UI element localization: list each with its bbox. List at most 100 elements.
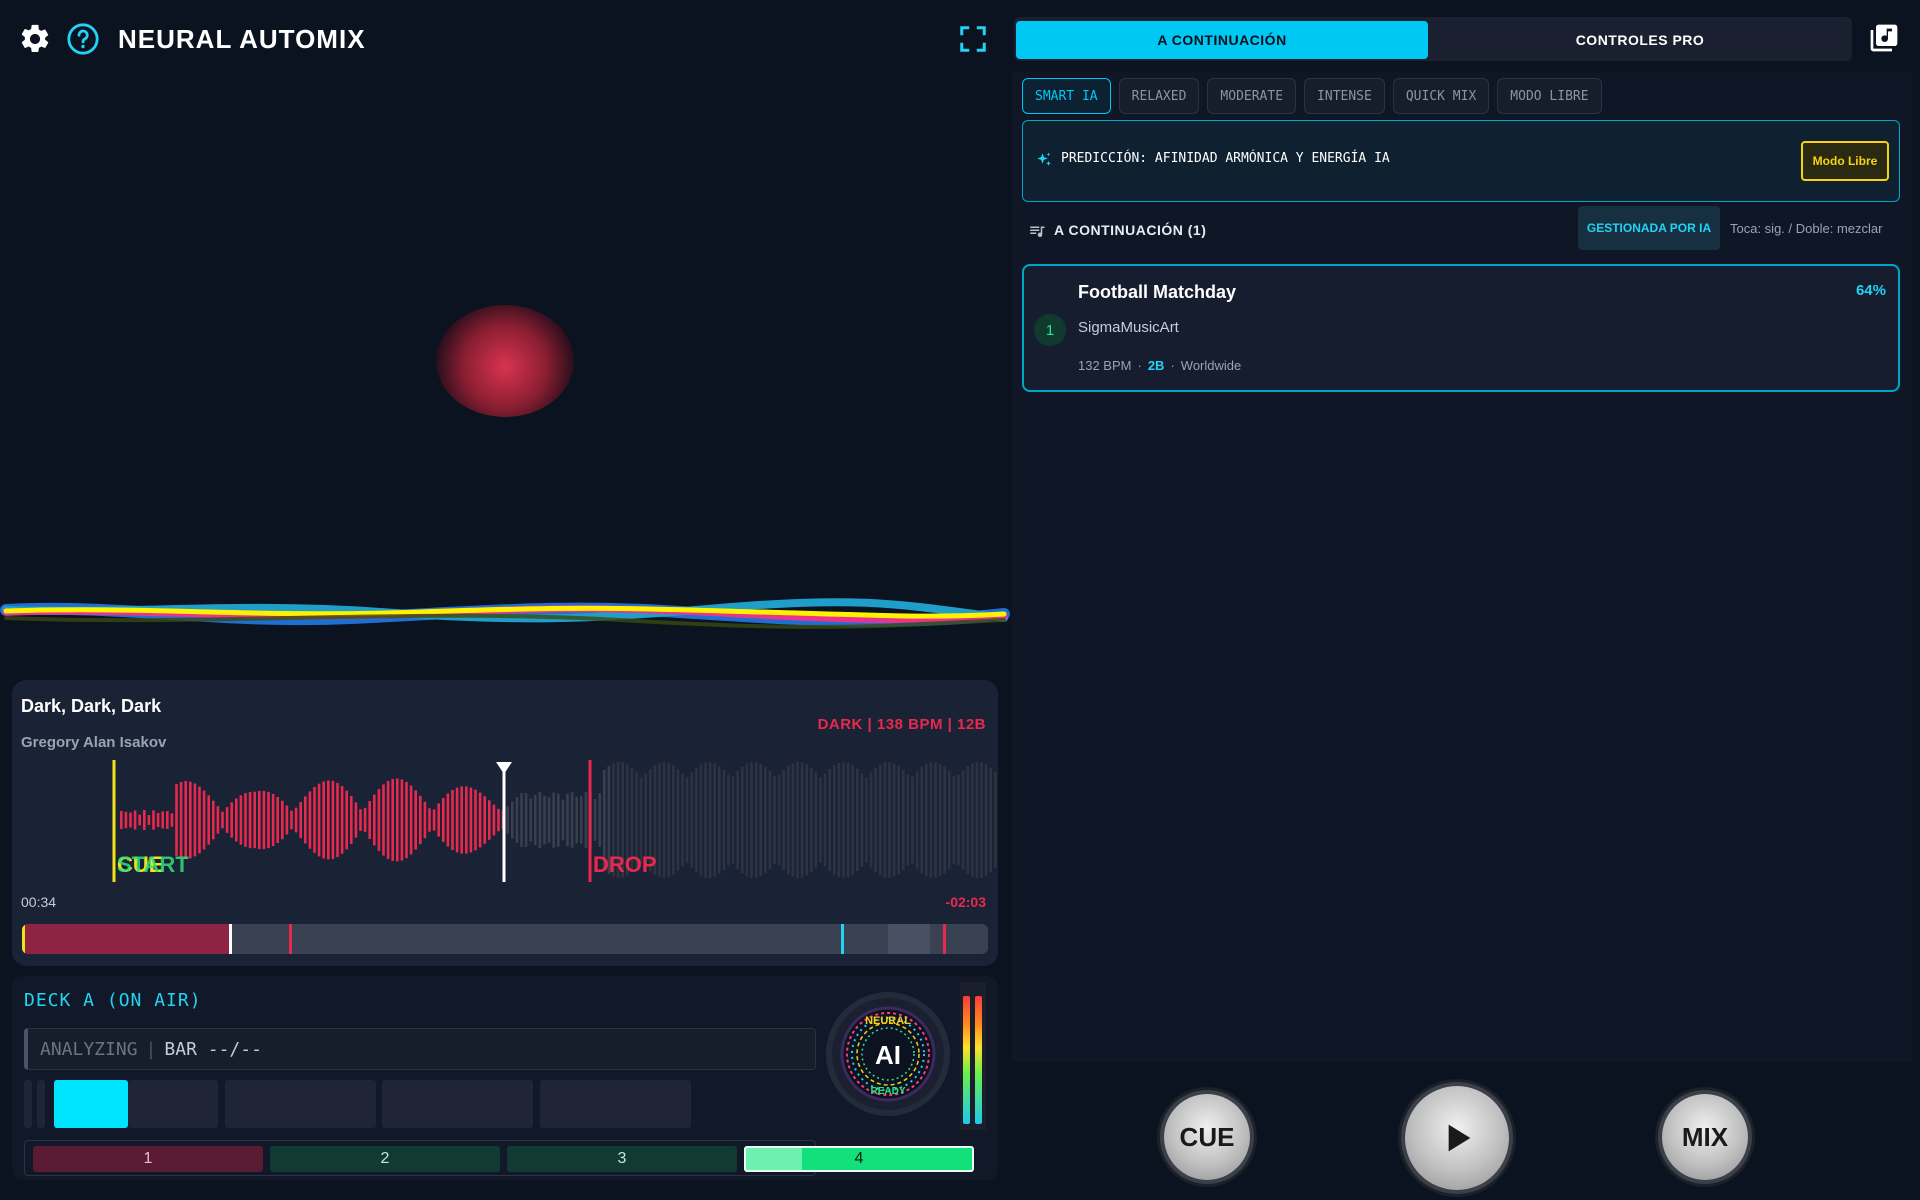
waveform-bar bbox=[658, 762, 661, 878]
waveform-bar bbox=[957, 775, 960, 866]
analyze-status: ANALYZING | BAR --/-- bbox=[24, 1028, 816, 1070]
left-panel: NEURAL AUTOMIX Dark, Dark, Dark Gregory … bbox=[0, 0, 1012, 1200]
waveform-bar bbox=[874, 768, 877, 873]
waveform-bar bbox=[754, 762, 758, 878]
pad-4[interactable]: 4 bbox=[744, 1146, 974, 1172]
mode-quick-mix[interactable]: QUICK MIX bbox=[1392, 78, 1490, 114]
waveform-bar bbox=[685, 777, 689, 863]
waveform-bar bbox=[888, 762, 891, 878]
waveform-bar bbox=[938, 763, 942, 877]
waveform-bar bbox=[731, 776, 735, 864]
play-button[interactable] bbox=[1405, 1086, 1509, 1190]
waveform-bar bbox=[446, 793, 450, 847]
waveform-bar bbox=[244, 793, 247, 847]
timeline-cue-marker bbox=[22, 924, 25, 954]
waveform-bar bbox=[143, 810, 146, 830]
queue-panel: SMART IA RELAXED MODERATE INTENSE QUICK MIX M… bbox=[1012, 72, 1912, 1062]
track-timeline[interactable] bbox=[22, 924, 988, 954]
waveform-bar bbox=[552, 792, 555, 848]
gear-icon[interactable] bbox=[18, 22, 52, 56]
mode-intense[interactable]: INTENSE bbox=[1304, 78, 1385, 114]
waveform-bar bbox=[451, 790, 454, 850]
waveform-bar bbox=[331, 781, 335, 859]
waveform-bar bbox=[239, 795, 243, 845]
waveform-bar bbox=[566, 793, 569, 847]
waveform-bar bbox=[129, 812, 132, 828]
queue-hint: Toca: sig. / Doble: mezclar bbox=[1730, 221, 1883, 236]
waveform-bar bbox=[676, 768, 680, 871]
start-marker-label: START bbox=[117, 852, 189, 877]
waveform-bar bbox=[915, 771, 919, 869]
waveform-bar bbox=[382, 784, 385, 856]
waveform-bar bbox=[961, 770, 965, 870]
waveform-bar bbox=[681, 773, 684, 867]
waveform-bar bbox=[281, 800, 284, 840]
pad-1[interactable]: 1 bbox=[33, 1146, 263, 1172]
waveform-bar bbox=[474, 789, 477, 851]
waveform-bar bbox=[846, 762, 850, 878]
deck-waveform[interactable]: CUE START DROP bbox=[12, 760, 998, 884]
waveform-bar bbox=[580, 796, 583, 844]
tab-a-continuacion[interactable]: A CONTINUACIÓN bbox=[1016, 21, 1428, 59]
waveform-bar bbox=[690, 772, 693, 868]
mix-button[interactable]: MIX bbox=[1662, 1094, 1748, 1180]
waveform-bar bbox=[216, 806, 220, 834]
waveform-bar bbox=[672, 765, 675, 875]
waveform-bar bbox=[133, 810, 137, 830]
waveform-bar bbox=[506, 806, 509, 834]
queue-item[interactable]: 1 Football Matchday SigmaMusicArt 132 BP… bbox=[1022, 264, 1900, 392]
mode-relaxed[interactable]: RELAXED bbox=[1118, 78, 1200, 114]
waveform-bar bbox=[593, 799, 597, 841]
waveform-bar bbox=[598, 793, 601, 847]
help-icon[interactable] bbox=[66, 22, 100, 56]
waveform-bar bbox=[170, 813, 174, 827]
waveform-bar bbox=[994, 772, 997, 868]
timeline-playhead[interactable] bbox=[229, 924, 232, 954]
pad-2[interactable]: 2 bbox=[270, 1146, 500, 1172]
vu-bar-right bbox=[975, 996, 982, 1124]
fullscreen-icon[interactable] bbox=[958, 24, 988, 54]
timeline-next-cue-marker bbox=[841, 924, 844, 954]
mode-smart-ia[interactable]: SMART IA bbox=[1022, 78, 1111, 114]
waveform-bar bbox=[262, 790, 266, 850]
vu-bar-left bbox=[963, 996, 970, 1124]
waveform-bar bbox=[120, 811, 123, 829]
energy-orb bbox=[436, 305, 574, 417]
analyze-separator: | bbox=[145, 1038, 157, 1060]
waveform-bar bbox=[271, 793, 275, 847]
waveform-bar bbox=[488, 800, 491, 840]
waveform-bar bbox=[405, 781, 408, 859]
mode-modo-libre[interactable]: MODO LIBRE bbox=[1497, 78, 1602, 114]
queue-item-key: 2B bbox=[1147, 358, 1165, 373]
waveform-bar bbox=[667, 762, 670, 878]
waveform-bar bbox=[253, 791, 256, 849]
mode-moderate[interactable]: MODERATE bbox=[1207, 78, 1297, 114]
waveform-bar bbox=[787, 766, 790, 874]
waveform-bar bbox=[814, 772, 818, 868]
timeline-outro-segment bbox=[888, 924, 930, 954]
ai-knob-center-label: AI bbox=[875, 1040, 901, 1070]
waveform-bar bbox=[202, 790, 206, 850]
ai-knob-bottom-label: READY bbox=[870, 1086, 905, 1097]
modo-libre-button[interactable]: Modo Libre bbox=[1801, 141, 1889, 181]
cue-button[interactable]: CUE bbox=[1164, 1094, 1250, 1180]
waveform-bar bbox=[147, 815, 151, 825]
tab-controles-pro[interactable]: CONTROLES PRO bbox=[1434, 21, 1846, 59]
waveform-bar bbox=[285, 805, 289, 835]
waveform-bar bbox=[929, 762, 933, 878]
waveform-bar bbox=[317, 783, 321, 857]
waveform-bar bbox=[759, 763, 762, 877]
waveform-bar bbox=[414, 790, 417, 850]
pad-3[interactable]: 3 bbox=[507, 1146, 737, 1172]
waveform-bar bbox=[400, 779, 404, 861]
music-library-icon[interactable] bbox=[1868, 22, 1900, 54]
prediction-text: PREDICCIÓN: AFINIDAD ARMÓNICA Y ENERGÍA … bbox=[1061, 151, 1390, 166]
queue-item-region: Worldwide bbox=[1180, 358, 1242, 373]
waveform-bar bbox=[175, 784, 178, 856]
waveform-bar bbox=[897, 765, 900, 874]
waveform-bar bbox=[800, 762, 804, 878]
waveform-bar bbox=[952, 775, 956, 865]
waveform-bar bbox=[336, 782, 339, 858]
ai-knob[interactable]: NEURAL AI READY bbox=[826, 992, 950, 1116]
waveform-bar bbox=[925, 763, 928, 877]
